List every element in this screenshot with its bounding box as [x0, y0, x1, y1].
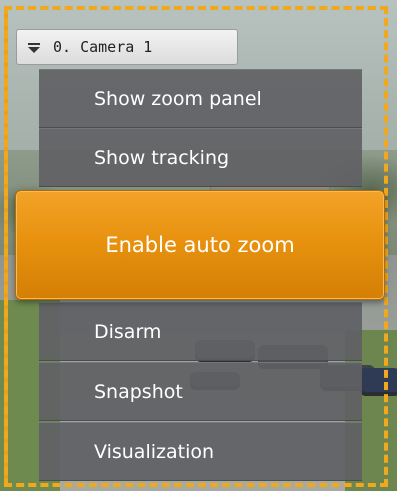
menu-item-label: Show tracking [94, 146, 230, 169]
selection-border-left [4, 6, 8, 487]
camera-viewport: 0. Camera 1 Show zoom panel Show trackin… [0, 0, 397, 491]
menu-item-label: Show zoom panel [94, 87, 262, 110]
menu-item-show-zoom-panel[interactable]: Show zoom panel [39, 69, 362, 128]
menu-item-disarm[interactable]: Disarm [39, 302, 362, 361]
menu-item-snapshot[interactable]: Snapshot [39, 362, 362, 421]
camera-title-button[interactable]: 0. Camera 1 [16, 29, 238, 65]
menu-item-label: Disarm [94, 320, 162, 343]
menu-item-visualization[interactable]: Visualization [39, 422, 362, 481]
menu-item-show-tracking[interactable]: Show tracking [39, 128, 362, 187]
scene-car [360, 368, 397, 396]
menu-item-label: Snapshot [94, 380, 183, 403]
menu-item-label: Visualization [94, 440, 215, 463]
camera-title: 0. Camera 1 [53, 38, 153, 56]
menu-item-label: Enable auto zoom [105, 233, 295, 257]
menu-item-enable-auto-zoom[interactable]: Enable auto zoom [15, 190, 385, 300]
dropdown-arrow-icon [27, 40, 41, 54]
